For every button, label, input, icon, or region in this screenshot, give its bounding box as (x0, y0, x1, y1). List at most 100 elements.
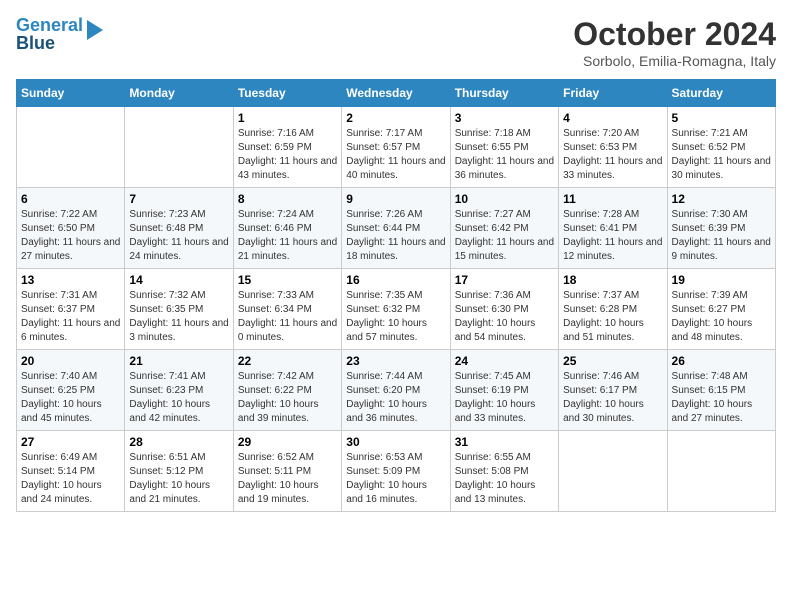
day-number: 27 (21, 435, 120, 449)
day-number: 29 (238, 435, 337, 449)
calendar-day-header: Wednesday (342, 80, 450, 107)
day-number: 2 (346, 111, 445, 125)
day-info: Sunrise: 7:45 AM Sunset: 6:19 PM Dayligh… (455, 370, 554, 426)
calendar-cell: 22 Sunrise: 7:42 AM Sunset: 6:22 PM Dayli… (233, 350, 341, 431)
calendar-day-header: Tuesday (233, 80, 341, 107)
day-number: 1 (238, 111, 337, 125)
day-number: 26 (672, 354, 771, 368)
calendar-cell: 28 Sunrise: 6:51 AM Sunset: 5:12 PM Dayli… (125, 431, 233, 512)
day-info: Sunrise: 6:49 AM Sunset: 5:14 PM Dayligh… (21, 451, 120, 507)
day-number: 31 (455, 435, 554, 449)
day-info: Sunrise: 6:52 AM Sunset: 5:11 PM Dayligh… (238, 451, 337, 507)
location-subtitle: Sorbolo, Emilia-Romagna, Italy (573, 53, 776, 69)
logo: General Blue (16, 16, 103, 52)
day-info: Sunrise: 7:35 AM Sunset: 6:32 PM Dayligh… (346, 289, 445, 345)
calendar-week-row: 6Sunrise: 7:22 AM Sunset: 6:50 PM Daylig… (17, 188, 776, 269)
day-number: 24 (455, 354, 554, 368)
title-block: October 2024 Sorbolo, Emilia-Romagna, It… (573, 16, 776, 69)
day-info: Sunrise: 7:40 AM Sunset: 6:25 PM Dayligh… (21, 370, 120, 426)
calendar-cell: 7Sunrise: 7:23 AM Sunset: 6:48 PM Daylig… (125, 188, 233, 269)
day-number: 17 (455, 273, 554, 287)
calendar-cell: 1 Sunrise: 7:16 AM Sunset: 6:59 PM Daylig… (233, 107, 341, 188)
day-number: 10 (455, 192, 554, 206)
day-info: Sunrise: 7:30 AM Sunset: 6:39 PM Dayligh… (672, 208, 771, 264)
day-info: Sunrise: 7:20 AM Sunset: 6:53 PM Dayligh… (563, 127, 662, 183)
calendar-week-row: 1 Sunrise: 7:16 AM Sunset: 6:59 PM Daylig… (17, 107, 776, 188)
day-number: 5 (672, 111, 771, 125)
day-number: 25 (563, 354, 662, 368)
calendar-cell: 12 Sunrise: 7:30 AM Sunset: 6:39 PM Dayli… (667, 188, 775, 269)
calendar-week-row: 27 Sunrise: 6:49 AM Sunset: 5:14 PM Dayli… (17, 431, 776, 512)
day-info: Sunrise: 7:48 AM Sunset: 6:15 PM Dayligh… (672, 370, 771, 426)
calendar-cell: 20 Sunrise: 7:40 AM Sunset: 6:25 PM Dayli… (17, 350, 125, 431)
day-info: Sunrise: 7:44 AM Sunset: 6:20 PM Dayligh… (346, 370, 445, 426)
calendar-header-row: SundayMondayTuesdayWednesdayThursdayFrid… (17, 80, 776, 107)
day-info: Sunrise: 7:27 AM Sunset: 6:42 PM Dayligh… (455, 208, 554, 264)
calendar-cell: 18Sunrise: 7:37 AM Sunset: 6:28 PM Dayli… (559, 269, 667, 350)
calendar-cell: 5 Sunrise: 7:21 AM Sunset: 6:52 PM Daylig… (667, 107, 775, 188)
day-number: 28 (129, 435, 228, 449)
calendar-cell: 23Sunrise: 7:44 AM Sunset: 6:20 PM Dayli… (342, 350, 450, 431)
day-info: Sunrise: 7:36 AM Sunset: 6:30 PM Dayligh… (455, 289, 554, 345)
calendar-cell: 3 Sunrise: 7:18 AM Sunset: 6:55 PM Daylig… (450, 107, 558, 188)
calendar-cell: 4Sunrise: 7:20 AM Sunset: 6:53 PM Daylig… (559, 107, 667, 188)
day-info: Sunrise: 7:26 AM Sunset: 6:44 PM Dayligh… (346, 208, 445, 264)
day-info: Sunrise: 7:46 AM Sunset: 6:17 PM Dayligh… (563, 370, 662, 426)
calendar-cell (17, 107, 125, 188)
day-info: Sunrise: 6:51 AM Sunset: 5:12 PM Dayligh… (129, 451, 228, 507)
logo-line2: Blue (16, 34, 83, 52)
day-number: 21 (129, 354, 228, 368)
calendar-cell: 25 Sunrise: 7:46 AM Sunset: 6:17 PM Dayli… (559, 350, 667, 431)
calendar-cell: 26 Sunrise: 7:48 AM Sunset: 6:15 PM Dayli… (667, 350, 775, 431)
calendar-cell (125, 107, 233, 188)
month-title: October 2024 (573, 16, 776, 53)
day-info: Sunrise: 7:42 AM Sunset: 6:22 PM Dayligh… (238, 370, 337, 426)
day-info: Sunrise: 7:28 AM Sunset: 6:41 PM Dayligh… (563, 208, 662, 264)
day-info: Sunrise: 7:17 AM Sunset: 6:57 PM Dayligh… (346, 127, 445, 183)
calendar-cell: 15 Sunrise: 7:33 AM Sunset: 6:34 PM Dayli… (233, 269, 341, 350)
day-number: 12 (672, 192, 771, 206)
calendar-week-row: 20 Sunrise: 7:40 AM Sunset: 6:25 PM Dayli… (17, 350, 776, 431)
day-info: Sunrise: 7:32 AM Sunset: 6:35 PM Dayligh… (129, 289, 228, 345)
calendar-week-row: 13 Sunrise: 7:31 AM Sunset: 6:37 PM Dayli… (17, 269, 776, 350)
day-info: Sunrise: 6:55 AM Sunset: 5:08 PM Dayligh… (455, 451, 554, 507)
day-info: Sunrise: 7:33 AM Sunset: 6:34 PM Dayligh… (238, 289, 337, 345)
calendar-day-header: Thursday (450, 80, 558, 107)
day-number: 16 (346, 273, 445, 287)
calendar-cell: 30Sunrise: 6:53 AM Sunset: 5:09 PM Dayli… (342, 431, 450, 512)
day-number: 6 (21, 192, 120, 206)
calendar-cell: 29 Sunrise: 6:52 AM Sunset: 5:11 PM Dayli… (233, 431, 341, 512)
calendar-day-header: Sunday (17, 80, 125, 107)
calendar-cell: 11Sunrise: 7:28 AM Sunset: 6:41 PM Dayli… (559, 188, 667, 269)
day-number: 22 (238, 354, 337, 368)
day-info: Sunrise: 7:41 AM Sunset: 6:23 PM Dayligh… (129, 370, 228, 426)
logo-arrow-icon (87, 20, 103, 40)
day-number: 13 (21, 273, 120, 287)
day-number: 19 (672, 273, 771, 287)
day-number: 15 (238, 273, 337, 287)
day-info: Sunrise: 7:31 AM Sunset: 6:37 PM Dayligh… (21, 289, 120, 345)
day-info: Sunrise: 7:16 AM Sunset: 6:59 PM Dayligh… (238, 127, 337, 183)
calendar-cell: 10 Sunrise: 7:27 AM Sunset: 6:42 PM Dayli… (450, 188, 558, 269)
day-info: Sunrise: 7:21 AM Sunset: 6:52 PM Dayligh… (672, 127, 771, 183)
day-number: 7 (129, 192, 228, 206)
calendar-cell: 2 Sunrise: 7:17 AM Sunset: 6:57 PM Daylig… (342, 107, 450, 188)
day-number: 3 (455, 111, 554, 125)
day-info: Sunrise: 7:24 AM Sunset: 6:46 PM Dayligh… (238, 208, 337, 264)
calendar-cell (667, 431, 775, 512)
calendar-cell: 9Sunrise: 7:26 AM Sunset: 6:44 PM Daylig… (342, 188, 450, 269)
day-number: 8 (238, 192, 337, 206)
calendar-cell: 8 Sunrise: 7:24 AM Sunset: 6:46 PM Daylig… (233, 188, 341, 269)
calendar-cell: 14 Sunrise: 7:32 AM Sunset: 6:35 PM Dayli… (125, 269, 233, 350)
logo-line1: General (16, 16, 83, 34)
calendar-cell: 19 Sunrise: 7:39 AM Sunset: 6:27 PM Dayli… (667, 269, 775, 350)
day-number: 14 (129, 273, 228, 287)
day-info: Sunrise: 7:39 AM Sunset: 6:27 PM Dayligh… (672, 289, 771, 345)
day-info: Sunrise: 7:18 AM Sunset: 6:55 PM Dayligh… (455, 127, 554, 183)
calendar-table: SundayMondayTuesdayWednesdayThursdayFrid… (16, 79, 776, 512)
day-number: 20 (21, 354, 120, 368)
calendar-cell (559, 431, 667, 512)
day-info: Sunrise: 7:37 AM Sunset: 6:28 PM Dayligh… (563, 289, 662, 345)
day-number: 30 (346, 435, 445, 449)
calendar-cell: 27 Sunrise: 6:49 AM Sunset: 5:14 PM Dayli… (17, 431, 125, 512)
